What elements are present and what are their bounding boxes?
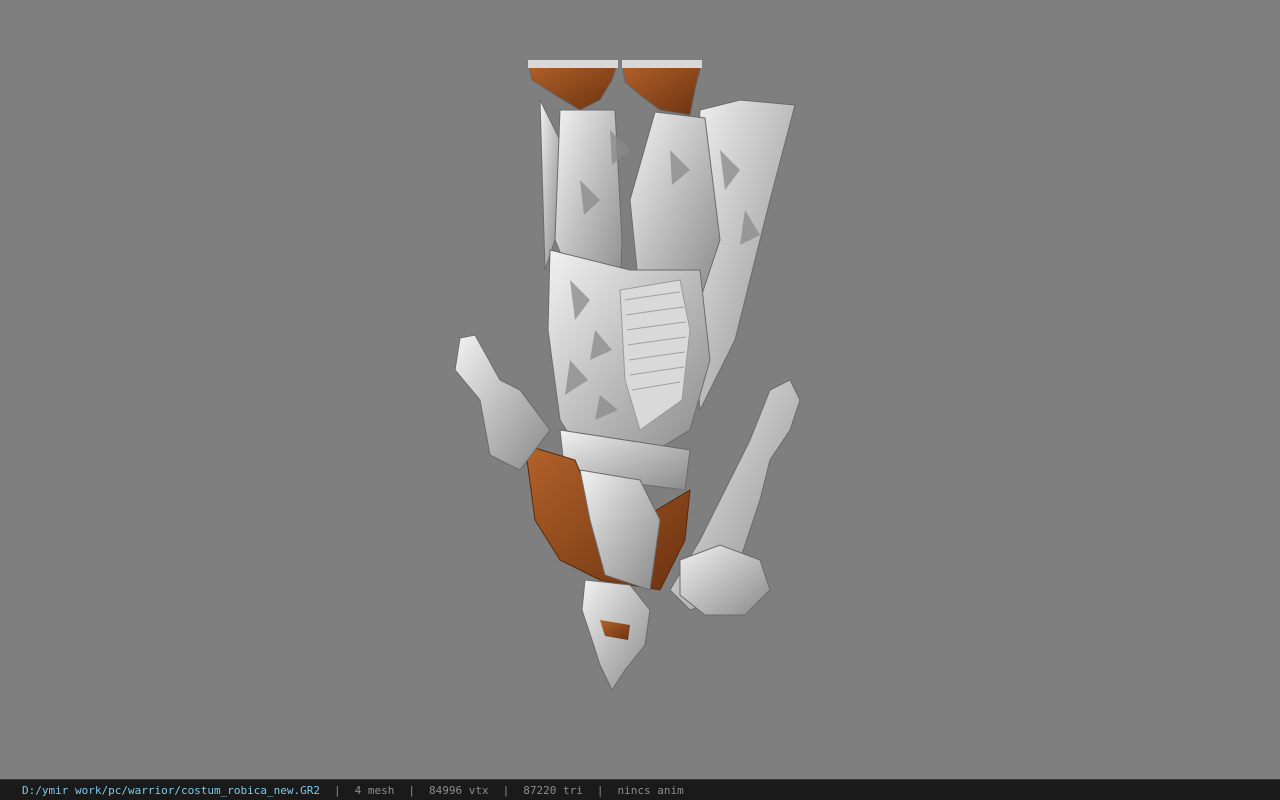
triangle-count: 87220 tri — [523, 783, 583, 797]
vertex-count: 84996 vtx — [429, 783, 489, 797]
mesh-count: 4 mesh — [354, 783, 395, 797]
separator: | — [502, 783, 510, 797]
separator: | — [408, 783, 416, 797]
separator: | — [334, 783, 341, 797]
separator: | — [596, 783, 604, 797]
file-path: D:/ymir work/pc/warrior/costum_robica_ne… — [22, 783, 321, 797]
status-bar: D:/ymir work/pc/warrior/costum_robica_ne… — [0, 779, 1280, 800]
model-render — [454, 60, 801, 692]
3d-viewport[interactable] — [0, 0, 1280, 779]
animation-status: nincs anim — [617, 783, 684, 797]
